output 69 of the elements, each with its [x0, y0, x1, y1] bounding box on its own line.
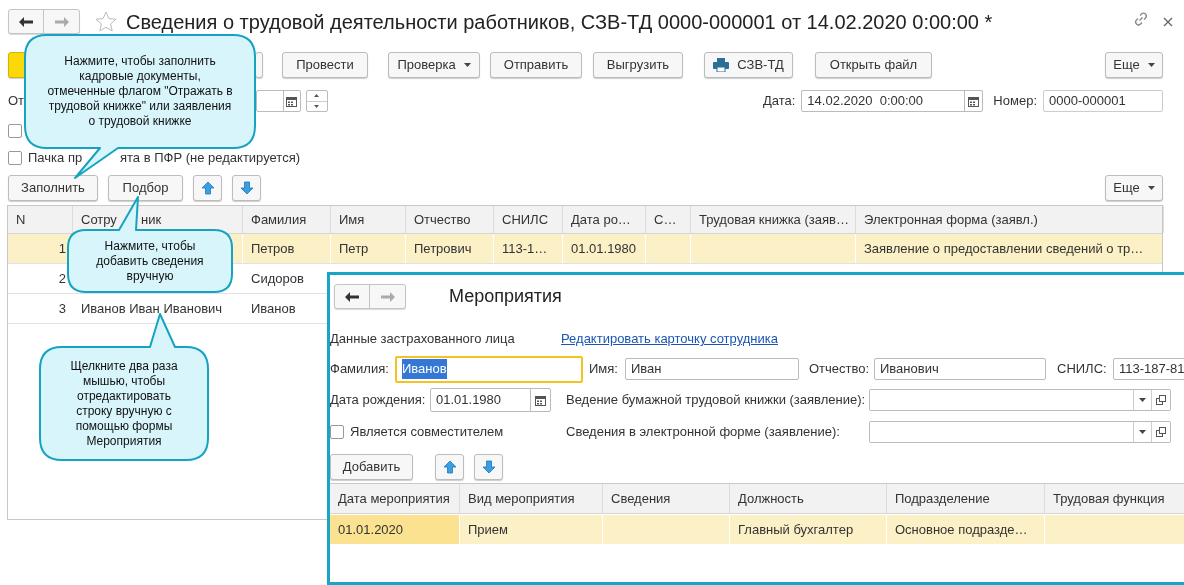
field-label: Отчество:: [809, 360, 870, 379]
toolbar-button[interactable]: Открыть файл: [815, 52, 932, 78]
table-cell-text: Прием: [468, 520, 508, 539]
table-cell-text: Петрович: [414, 239, 472, 258]
tooltip-text: Щелкните два раза мышью, чтобы отредактировать строку вручную с помощью формы Мероприятия: [70, 358, 178, 449]
text-field[interactable]: 113-187-81: [1113, 358, 1184, 380]
column-header[interactable]: Трудовая книжка (заяв…: [691, 206, 856, 233]
column-header[interactable]: Сведения: [603, 484, 730, 513]
more-button[interactable]: Еще: [1105, 52, 1163, 78]
text-field[interactable]: Иван: [625, 358, 799, 380]
number-field[interactable]: 0000-000001: [1043, 90, 1163, 112]
checkbox-label: Является совместителем: [350, 423, 504, 441]
date-field[interactable]: 14.02.2020 0:00:00: [801, 90, 984, 112]
column-header[interactable]: N: [8, 206, 73, 233]
table-cell-text: Иванов: [251, 299, 296, 318]
table-cell-text: Петров: [251, 239, 295, 258]
column-header[interactable]: Трудовая функция: [1045, 484, 1184, 513]
toolbar-button[interactable]: Выгрузить: [593, 52, 683, 78]
more-button[interactable]: Еще: [1105, 175, 1163, 201]
edit-employee-link[interactable]: Редактировать карточку сотрудника: [561, 329, 778, 349]
column-header[interactable]: С…: [646, 206, 691, 233]
table-row[interactable]: 01.01.2020 Прием Главный бухгалтер Основное подразде…: [330, 515, 1184, 544]
grid-button[interactable]: Подбор: [108, 175, 183, 201]
table-cell-text: Заявление о предоставлении сведений о тр…: [864, 239, 1144, 258]
window-title: Сведения о трудовой деятельности работников, СЗВ-ТД 0000-000001 от 14.02.2020 0:00:00 *: [126, 9, 993, 35]
table-cell-text: 113-1…: [502, 239, 548, 258]
field-label: Имя:: [589, 360, 619, 379]
column-header[interactable]: Фамилия: [243, 206, 331, 233]
toolbar-button[interactable]: СЗВ-ТД: [704, 52, 793, 78]
period-label: От: [8, 92, 25, 111]
column-header[interactable]: Дата мероприятия: [330, 484, 460, 513]
table-cell-text: 01.01.2020: [338, 520, 404, 539]
field-label: Фамилия:: [330, 360, 390, 379]
date-label: Дата:: [762, 92, 796, 111]
table-cell-text: Сидоров: [251, 269, 304, 288]
table-cell-text: Иванов Иван Иванович: [81, 299, 223, 318]
grid-button[interactable]: Заполнить: [8, 175, 98, 201]
toolbar-button[interactable]: Отправить: [490, 52, 582, 78]
section-label: Данные застрахованного лица: [330, 330, 516, 349]
toolbar-button[interactable]: Проверка: [388, 52, 480, 78]
table-cell-text: 1: [58, 239, 66, 258]
checkbox-label: ята в ПФР (не редактируется): [120, 149, 301, 168]
table-cell-text: Петр: [339, 239, 369, 258]
dialog-title: Мероприятия: [449, 285, 562, 308]
field-label: Ведение бумажной трудовой книжки (заявление):: [566, 391, 864, 410]
field-label: СНИЛС:: [1057, 360, 1108, 379]
column-header[interactable]: Отчество: [406, 206, 494, 233]
tooltip-text: Нажмите, чтобы заполнить кадровые документы, отмеченные флагом "Отражать в трудовой книжке" или заявления о трудовой книжке: [47, 54, 233, 129]
field-label: Дата рождения:: [330, 391, 427, 410]
text-field[interactable]: Иванов: [395, 355, 583, 383]
checkbox-label: Пачка пр: [28, 149, 83, 168]
table-cell-text: Главный бухгалтер: [738, 520, 854, 539]
table-cell-text: 01.01.1980: [571, 239, 637, 258]
column-header[interactable]: Должность: [730, 484, 887, 513]
date-field[interactable]: 01.01.1980: [430, 388, 551, 412]
add-button[interactable]: Добавить: [330, 454, 413, 480]
table-cell-text: 3: [58, 299, 66, 318]
table-cell-text: 2: [58, 269, 66, 288]
toolbar-button[interactable]: Провести: [282, 52, 368, 78]
text-field[interactable]: Иванович: [874, 358, 1046, 380]
column-header[interactable]: СНИЛС: [494, 206, 563, 233]
column-header[interactable]: Подразделение: [887, 484, 1045, 513]
field-label: Сведения в электронной форме (заявление):: [566, 423, 841, 442]
column-header[interactable]: Вид мероприятия: [460, 484, 603, 513]
column-header[interactable]: Имя: [331, 206, 406, 233]
table-cell-text: Основное подразде…: [895, 520, 1028, 539]
column-header[interactable]: Электронная форма (заявл.): [856, 206, 1164, 233]
number-label: Номер:: [993, 92, 1037, 111]
column-header[interactable]: Дата ро…: [563, 206, 646, 233]
